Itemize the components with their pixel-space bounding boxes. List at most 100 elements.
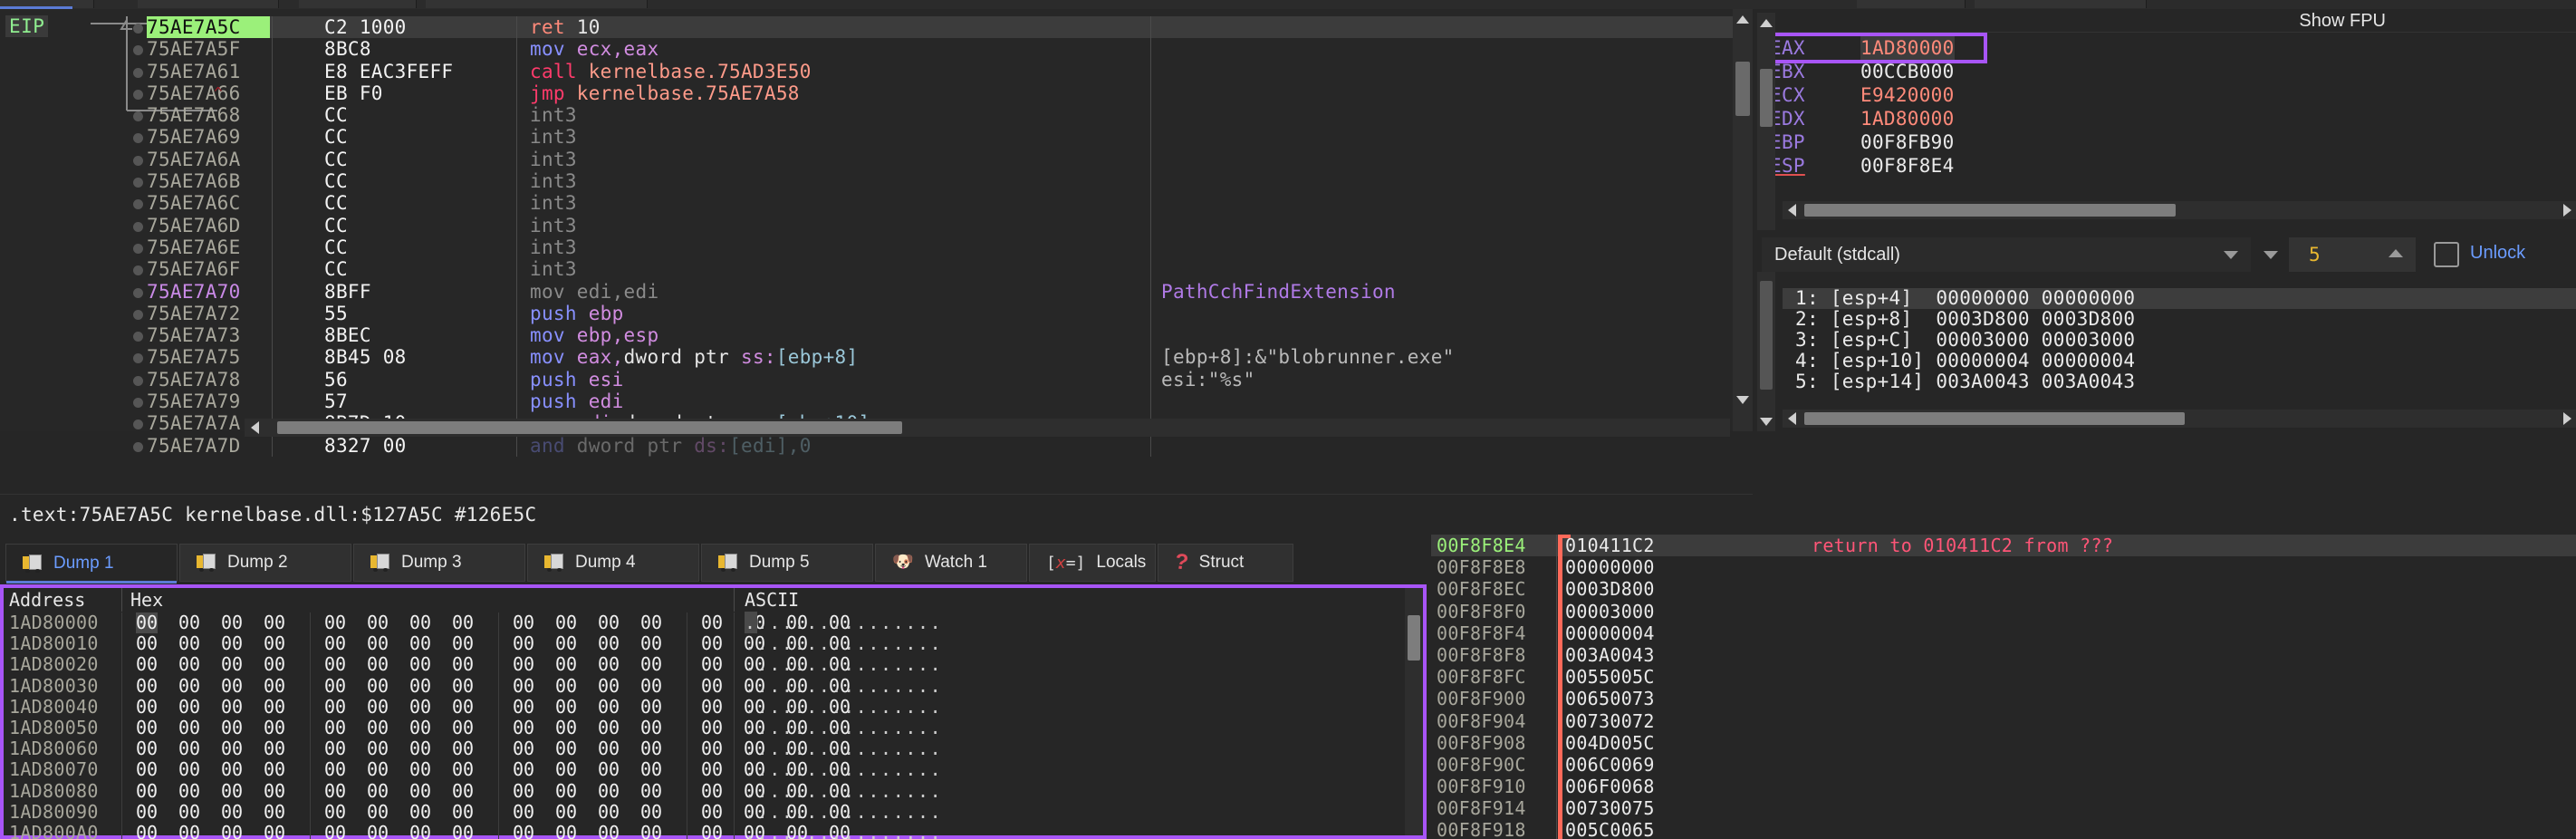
dump-hex-byte[interactable]: 00 <box>409 759 431 780</box>
dump-hex-byte[interactable]: 00 <box>367 654 389 675</box>
dump-hex-byte[interactable]: 00 <box>324 759 346 780</box>
dump-hex-byte[interactable]: 00 <box>324 802 346 823</box>
dump-hex-byte[interactable]: 00 <box>555 823 577 839</box>
dump-hex-byte[interactable]: 00 <box>452 759 474 780</box>
scroll-left-button[interactable] <box>245 419 264 437</box>
dump-hex-byte[interactable]: 00 <box>264 738 285 759</box>
breakpoint-dot[interactable] <box>133 24 143 34</box>
dump-hex-byte[interactable]: 00 <box>221 759 243 780</box>
arguments-hscroll-right[interactable] <box>2558 410 2576 428</box>
registers-hscroll-right[interactable] <box>2558 201 2576 219</box>
registers-hscroll-thumb[interactable] <box>1804 204 2176 217</box>
stack-row[interactable]: 00F8F8F400000004 <box>1431 622 2576 644</box>
stack-value[interactable]: 00650073 <box>1565 688 1655 709</box>
dump-hex-byte[interactable]: 00 <box>555 633 577 654</box>
dump-hex-byte[interactable]: 00 <box>701 654 723 675</box>
dump-hex-byte[interactable]: 00 <box>701 823 723 839</box>
disassembly-rows[interactable]: 75AE7A5CC2 1000ret 1075AE7A5F8BC8mov ecx… <box>235 16 1739 457</box>
stack-row[interactable]: 00F8F8E800000000 <box>1431 556 2576 578</box>
dump-hex-byte[interactable]: 00 <box>640 654 662 675</box>
dump-hex-byte[interactable]: 00 <box>701 697 723 718</box>
dump-hex-byte[interactable]: 00 <box>136 823 158 839</box>
dump-hex-byte[interactable]: 00 <box>701 802 723 823</box>
bottom-tab-bar[interactable]: Dump 1Dump 2Dump 3Dump 4Dump 5🐶Watch 1[x… <box>0 544 1413 582</box>
dump-hex-byte[interactable]: 00 <box>598 738 620 759</box>
tab-dump-3[interactable]: Dump 3 <box>353 544 525 582</box>
register-value[interactable]: 00F8FB90 <box>1860 130 1955 154</box>
dump-hex-byte[interactable]: 00 <box>324 823 346 839</box>
dump-hex-byte[interactable]: 00 <box>452 781 474 802</box>
stack-value[interactable]: 0055005C <box>1565 666 1655 688</box>
disassembly-row[interactable]: 75AE7A5CC2 1000ret 10 <box>235 16 1739 38</box>
disassembly-row[interactable]: 75AE7A7856push esiesi:"%s" <box>235 369 1739 391</box>
registers-scroll-up[interactable] <box>1757 13 1775 33</box>
dump-row[interactable]: 1AD8004000000000000000000000000000000000… <box>4 697 1423 718</box>
dump-hex-byte[interactable]: 00 <box>513 697 534 718</box>
registers-scroll-track[interactable] <box>1757 13 1775 230</box>
stack-row[interactable]: 00F8F8F000003000 <box>1431 601 2576 622</box>
dump-hex-byte[interactable]: 00 <box>221 823 243 839</box>
dump-hex-byte[interactable]: 00 <box>264 654 285 675</box>
stack-row[interactable]: 00F8F8EC0003D800 <box>1431 578 2576 600</box>
disassembly-row[interactable]: 75AE7A7957push edi <box>235 391 1739 412</box>
dump-hex-byte[interactable]: 00 <box>178 612 200 633</box>
dump-hex-byte[interactable]: 00 <box>178 676 200 697</box>
disassembly-row[interactable]: 75AE7A69CCint3 <box>235 126 1739 148</box>
dump-hex-byte[interactable]: 00 <box>367 697 389 718</box>
stack-value[interactable]: 00730072 <box>1565 710 1655 732</box>
dump-hex-byte[interactable]: 00 <box>367 759 389 780</box>
register-value[interactable]: 00CCB000 <box>1860 60 1955 83</box>
stack-row[interactable]: 00F8F8E4010411C2return to 010411C2 from … <box>1431 535 2576 556</box>
disassembly-row[interactable]: 75AE7A7255push ebp <box>235 303 1739 324</box>
calling-convention-select[interactable]: Default (stdcall) <box>1762 237 2251 272</box>
arguments-list[interactable]: 1: [esp+4] 00000000 000000002: [esp+8] 0… <box>1783 288 2576 424</box>
dump-hex-byte[interactable]: 00 <box>367 802 389 823</box>
dump-hex-byte[interactable]: 00 <box>513 676 534 697</box>
stack-value[interactable]: 0003D800 <box>1565 578 1655 600</box>
unlock-label[interactable]: Unlock <box>2470 243 2525 264</box>
breakpoint-dot[interactable] <box>133 156 143 166</box>
stack-row[interactable]: 00F8F8FC0055005C <box>1431 666 2576 688</box>
dump-hex-byte[interactable]: 00 <box>452 676 474 697</box>
arguments-scroll-track[interactable] <box>1757 272 1775 431</box>
scroll-up-button[interactable] <box>1733 9 1753 29</box>
dump-hex-byte[interactable]: 00 <box>598 654 620 675</box>
dump-hex-byte[interactable]: 00 <box>264 676 285 697</box>
stack-row[interactable]: 00F8F908004D005C <box>1431 732 2576 754</box>
argument-row[interactable]: 2: [esp+8] 0003D800 0003D800 <box>1783 309 2576 330</box>
breakpoint-dot[interactable] <box>133 376 143 386</box>
dump-hex-byte[interactable]: 00 <box>513 759 534 780</box>
stack-value[interactable]: 010411C2 <box>1565 535 1655 556</box>
dump-hex-byte[interactable]: 00 <box>640 823 662 839</box>
disassembly-row[interactable]: 75AE7A68CCint3 <box>235 104 1739 126</box>
dump-hex-byte[interactable]: 00 <box>598 612 620 633</box>
breakpoint-dot[interactable] <box>133 332 143 342</box>
dump-vscroll-thumb[interactable] <box>1408 615 1420 661</box>
stack-row[interactable]: 00F8F90000650073 <box>1431 688 2576 709</box>
dump-row[interactable]: 1AD8009000000000000000000000000000000000… <box>4 802 1423 823</box>
dump-hex-byte[interactable]: 00 <box>701 718 723 738</box>
toolbar-segment[interactable] <box>1975 0 2147 8</box>
dump-hex-byte[interactable]: 00 <box>264 823 285 839</box>
chevron-down-icon-secondary[interactable] <box>2264 251 2278 259</box>
disassembly-row[interactable]: 75AE7A66^EB F0jmp kernelbase.75AE7A58 <box>235 82 1739 104</box>
dump-hex-byte[interactable]: 00 <box>264 802 285 823</box>
disassembly-row[interactable]: 75AE7A6FCCint3 <box>235 258 1739 280</box>
dump-hex-byte[interactable]: 00 <box>513 823 534 839</box>
dump-hex-byte[interactable]: 00 <box>452 738 474 759</box>
dump-hex-byte[interactable]: 00 <box>367 676 389 697</box>
dump-hex-byte[interactable]: 00 <box>640 718 662 738</box>
breakpoint-dot[interactable] <box>133 265 143 275</box>
disassembly-row[interactable]: 75AE7A6ECCint3 <box>235 236 1739 258</box>
disassembly-panel[interactable]: EIP 75AE7A5CC2 1000ret 1075AE7A5F8BC8mov… <box>0 9 1753 431</box>
dump-hex-byte[interactable]: 00 <box>178 823 200 839</box>
dump-hex-byte[interactable]: 00 <box>221 654 243 675</box>
dump-hex-byte[interactable]: 00 <box>221 718 243 738</box>
dump-hex-byte[interactable]: 00 <box>221 802 243 823</box>
dump-hex-byte[interactable]: 00 <box>221 633 243 654</box>
dump-hex-byte[interactable]: 00 <box>136 781 158 802</box>
dump-hex-byte[interactable]: 00 <box>324 738 346 759</box>
dump-hex-byte[interactable]: 00 <box>452 633 474 654</box>
dump-hex-byte[interactable]: 00 <box>409 612 431 633</box>
stack-value[interactable]: 00000004 <box>1565 622 1655 644</box>
